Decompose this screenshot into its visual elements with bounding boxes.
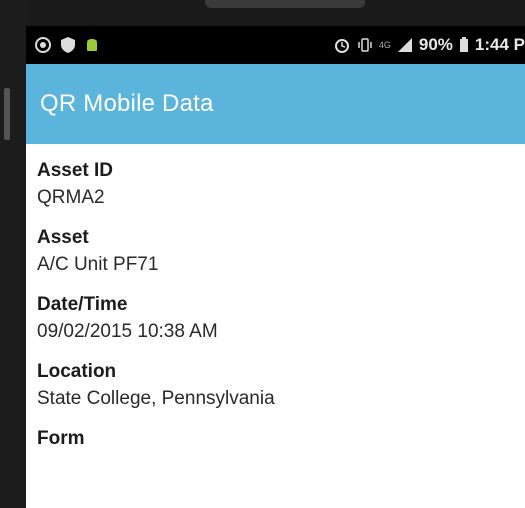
status-left-icons (34, 36, 100, 54)
vibrate-icon (357, 36, 373, 54)
network-icon: 4G (378, 40, 391, 50)
field-label: Date/Time (37, 294, 128, 315)
detail-list: Asset ID QRMA2 Asset A/C Unit PF71 Date/… (26, 144, 525, 452)
screen: 4G 90% 1:44 P QR Mobile Data Asset ID QR… (26, 26, 525, 508)
signal-icon (397, 37, 413, 53)
android-icon (84, 36, 100, 54)
phone-frame: 4G 90% 1:44 P QR Mobile Data Asset ID QR… (0, 0, 525, 508)
field-value: 09/02/2015 10:38 AM (37, 321, 218, 342)
status-right-icons: 4G 90% 1:44 P (333, 35, 525, 55)
clock: 1:44 P (474, 35, 525, 54)
field-label: Form (37, 428, 85, 449)
speaker-grille (205, 0, 365, 8)
field-value: State College, Pennsylvania (37, 388, 275, 409)
top-bezel (0, 0, 525, 26)
field-asset: Asset A/C Unit PF71 (37, 225, 525, 279)
field-asset-id: Asset ID QRMA2 (37, 158, 525, 212)
left-bezel (0, 0, 26, 508)
field-location: Location State College, Pennsylvania (37, 359, 525, 413)
field-value: QRMA2 (37, 187, 105, 208)
shield-icon (60, 36, 76, 54)
status-bar: 4G 90% 1:44 P (26, 26, 525, 64)
volume-button[interactable] (4, 88, 10, 140)
field-date-time: Date/Time 09/02/2015 10:38 AM (37, 292, 525, 346)
field-label: Asset (37, 227, 89, 248)
battery-percent: 90% (418, 35, 453, 54)
field-value: A/C Unit PF71 (37, 254, 159, 275)
sim-icon (34, 36, 52, 54)
app-title: QR Mobile Data (40, 90, 214, 117)
battery-icon (459, 37, 469, 53)
alarm-icon (333, 36, 351, 54)
app-bar: QR Mobile Data (26, 64, 525, 144)
field-label: Asset ID (37, 160, 114, 181)
field-label: Location (37, 361, 117, 382)
field-form: Form (37, 426, 525, 452)
